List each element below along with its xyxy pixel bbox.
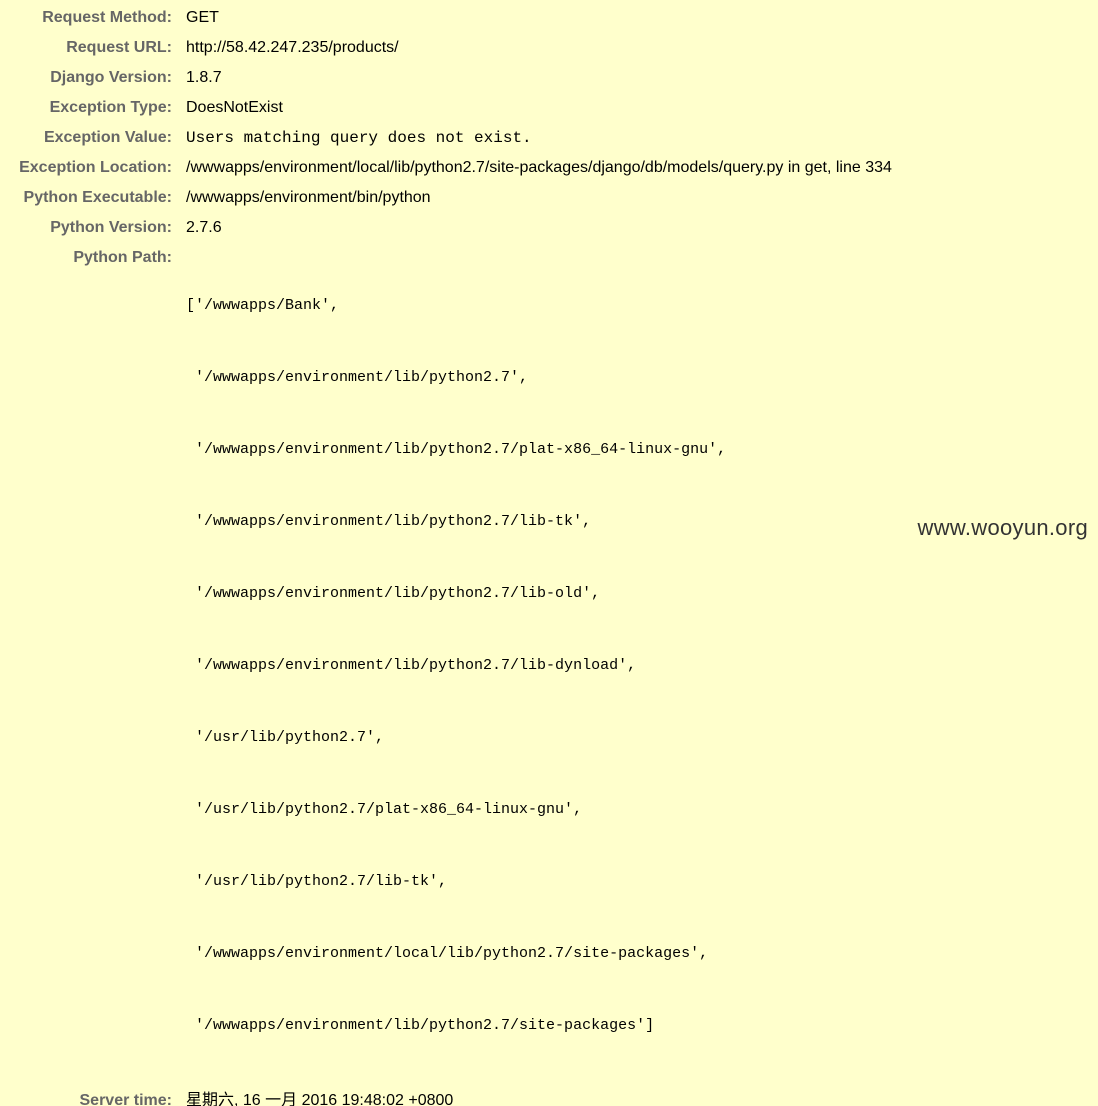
meta-row-python-path: Python Path: ['/wwwapps/Bank', '/wwwapps…: [0, 243, 892, 1086]
exception-type-label: Exception Type:: [49, 99, 172, 116]
meta-row-server-time: Server time: 星期六, 16 一月 2016 19:48:02 +0…: [0, 1086, 892, 1106]
exception-value-value: Users matching query does not exist.: [186, 129, 532, 147]
meta-row-exception-value: Exception Value: Users matching query do…: [0, 123, 892, 153]
exception-location-label: Exception Location:: [19, 159, 172, 176]
python-executable-label: Python Executable:: [23, 189, 172, 206]
python-path-line: '/wwwapps/environment/lib/python2.7/lib-…: [186, 513, 592, 530]
meta-row-exception-location: Exception Location: /wwwapps/environment…: [0, 153, 892, 183]
python-path-line: '/usr/lib/python2.7/lib-tk',: [186, 873, 448, 890]
meta-row-request-url: Request URL: http://58.42.247.235/produc…: [0, 33, 892, 63]
python-path-line: '/usr/lib/python2.7/plat-x86_64-linux-gn…: [186, 801, 583, 818]
python-path-line: '/wwwapps/environment/local/lib/python2.…: [186, 945, 709, 962]
python-path-line: '/wwwapps/environment/lib/python2.7/lib-…: [186, 585, 601, 602]
python-path-list: ['/wwwapps/Bank', '/wwwapps/environment/…: [186, 246, 892, 1086]
python-path-line: ['/wwwapps/Bank',: [186, 297, 340, 314]
python-path-label: Python Path:: [73, 249, 172, 266]
python-path-line: '/wwwapps/environment/lib/python2.7/plat…: [186, 441, 727, 458]
python-executable-value: /wwwapps/environment/bin/python: [186, 189, 431, 206]
django-version-value: 1.8.7: [186, 69, 222, 86]
meta-row-request-method: Request Method: GET: [0, 3, 892, 33]
meta-row-exception-type: Exception Type: DoesNotExist: [0, 93, 892, 123]
watermark: www.wooyun.org: [917, 515, 1088, 540]
python-version-value: 2.7.6: [186, 219, 222, 236]
python-path-line: '/wwwapps/environment/lib/python2.7/site…: [186, 1017, 655, 1034]
exception-type-value: DoesNotExist: [186, 99, 283, 116]
python-version-label: Python Version:: [50, 219, 172, 236]
meta-row-python-version: Python Version: 2.7.6: [0, 213, 892, 243]
exception-value-label: Exception Value:: [43, 129, 172, 146]
server-time-value: 星期六, 16 一月 2016 19:48:02 +0800: [186, 1092, 454, 1106]
python-path-value: ['/wwwapps/Bank', '/wwwapps/environment/…: [180, 243, 892, 1086]
python-path-line: '/wwwapps/environment/lib/python2.7/lib-…: [186, 657, 637, 674]
python-path-line: '/wwwapps/environment/lib/python2.7',: [186, 369, 529, 386]
exception-location-value: /wwwapps/environment/local/lib/python2.7…: [186, 159, 892, 176]
meta-row-python-executable: Python Executable: /wwwapps/environment/…: [0, 183, 892, 213]
request-meta-table: Request Method: GET Request URL: http://…: [0, 3, 892, 1106]
server-time-label: Server time:: [79, 1092, 173, 1106]
python-path-line: '/usr/lib/python2.7',: [186, 729, 385, 746]
request-method-value: GET: [186, 9, 219, 26]
meta-row-django-version: Django Version: 1.8.7: [0, 63, 892, 93]
django-version-label: Django Version:: [50, 69, 172, 86]
request-method-label: Request Method:: [42, 9, 172, 26]
request-url-label: Request URL:: [66, 39, 172, 56]
request-url-value: http://58.42.247.235/products/: [186, 39, 399, 56]
